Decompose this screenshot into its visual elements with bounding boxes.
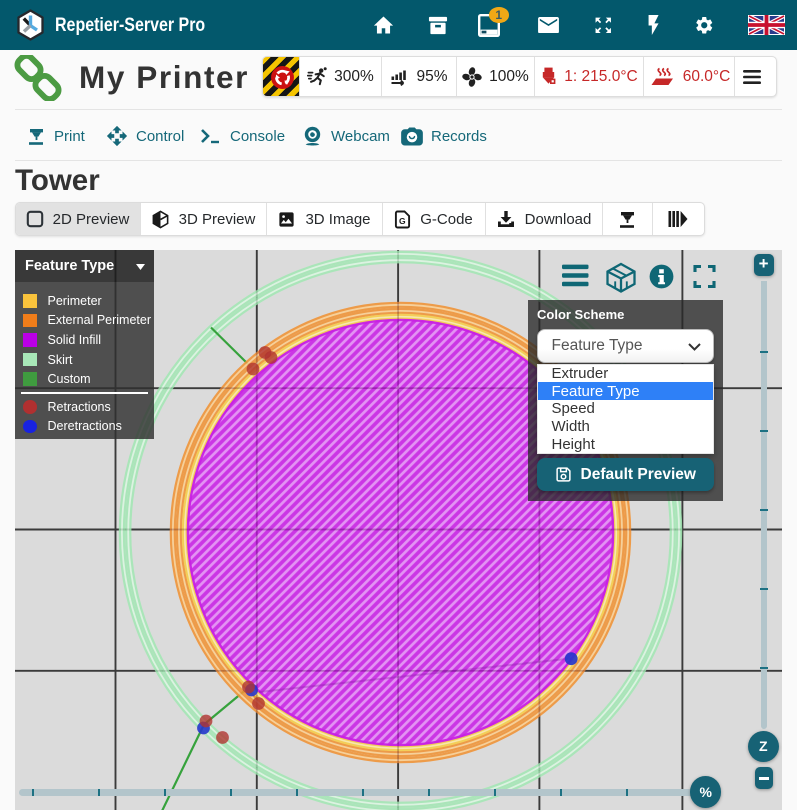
svg-text:G: G [399,216,406,226]
